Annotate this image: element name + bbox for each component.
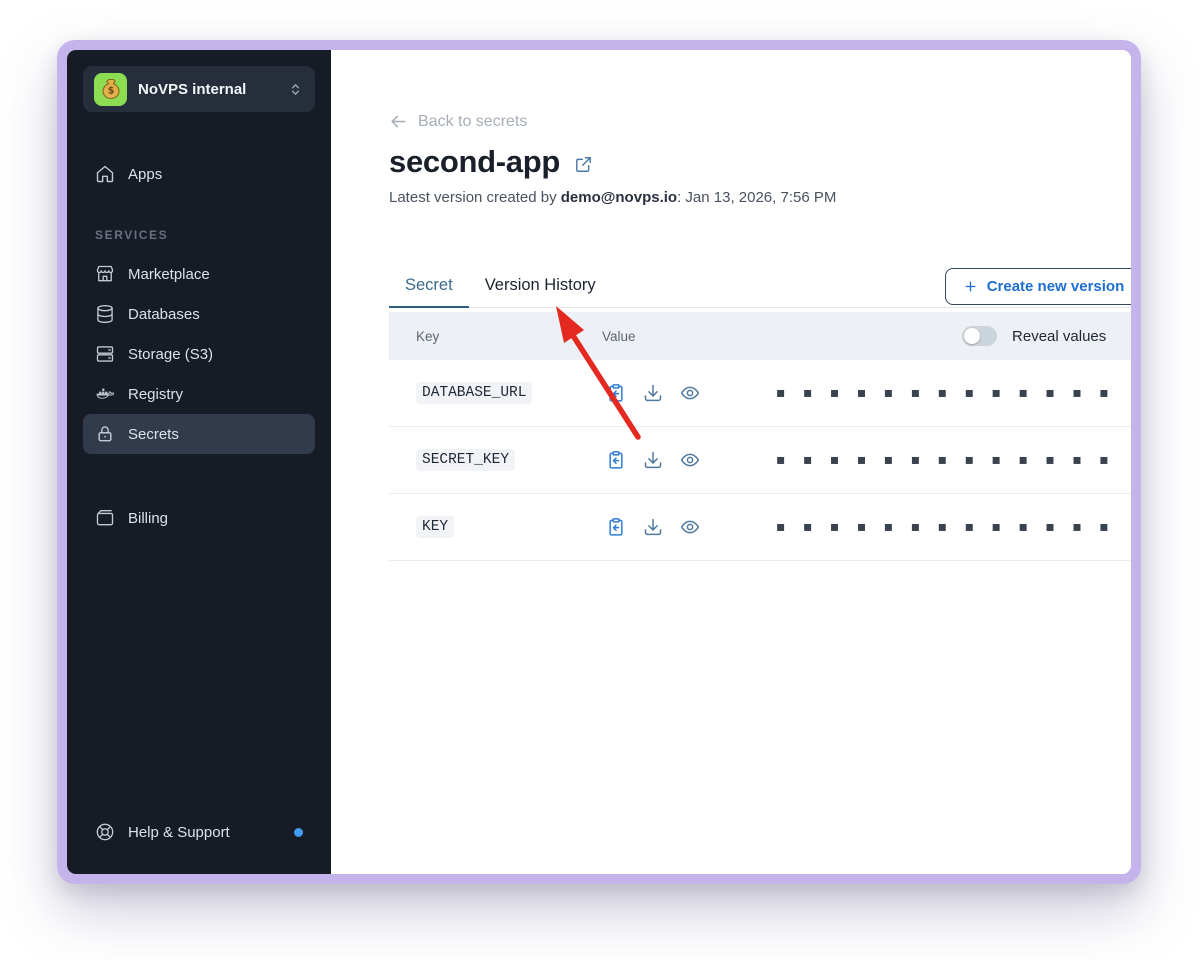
table-row: SECRET_KEY ▪ ▪ ▪ ▪ ▪ ▪ ▪ ▪ ▪ ▪ ▪ ▪ ▪ [389,427,1131,494]
workspace-name: NoVPS internal [138,81,276,98]
services-section-label: SERVICES [95,228,315,242]
chevrons-up-down-icon [287,81,304,98]
back-to-secrets-link[interactable]: Back to secrets [389,112,527,131]
wallet-icon [95,508,115,528]
lock-icon [95,424,115,444]
sidebar-item-help-support[interactable]: Help & Support [83,812,315,852]
row-actions [606,517,718,537]
app-frame: NoVPS internal Apps SERVICES Marketplace… [67,50,1131,874]
sidebar-item-label: Marketplace [128,266,210,283]
download-icon[interactable] [643,517,663,537]
create-new-version-button[interactable]: Create new version [945,268,1131,305]
meta-user-email: demo@novps.io [561,189,677,206]
copy-icon[interactable] [606,450,626,470]
copy-icon[interactable] [606,517,626,537]
tab-version-history[interactable]: Version History [469,276,612,308]
server-icon [95,344,115,364]
storefront-icon [95,264,115,284]
table-header: Key Value Reveal values [389,312,1131,360]
masked-secret-value: ▪ ▪ ▪ ▪ ▪ ▪ ▪ ▪ ▪ ▪ ▪ ▪ ▪ [776,519,1115,535]
toggle-knob [964,328,980,344]
docker-whale-icon [95,384,115,404]
app-window: NoVPS internal Apps SERVICES Marketplace… [57,40,1141,884]
eye-icon[interactable] [680,383,700,403]
sidebar-item-marketplace[interactable]: Marketplace [83,254,315,294]
plus-icon [963,279,978,294]
eye-icon[interactable] [680,517,700,537]
row-actions [606,383,718,403]
sidebar-item-registry[interactable]: Registry [83,374,315,414]
main-content: Back to secrets second-app Latest versio… [331,50,1131,874]
tabs-bar: Secret Version History Create new versio… [389,268,1131,308]
secret-key-name: DATABASE_URL [416,382,532,404]
download-icon[interactable] [643,383,663,403]
sidebar-item-label: Apps [128,166,162,183]
create-button-label: Create new version [987,278,1125,295]
sidebar-item-label: Billing [128,510,168,527]
database-icon [95,304,115,324]
sidebar-item-databases[interactable]: Databases [83,294,315,334]
sidebar-item-billing[interactable]: Billing [83,498,315,538]
eye-icon[interactable] [680,450,700,470]
nav-spacer [83,454,315,498]
latest-version-meta: Latest version created by demo@novps.io:… [389,189,1131,206]
sidebar-item-label: Databases [128,306,200,323]
secret-key-name: KEY [416,516,454,538]
external-link-icon[interactable] [574,155,593,174]
sidebar-item-label: Registry [128,386,183,403]
reveal-values-toggle[interactable] [962,326,997,346]
back-link-label: Back to secrets [418,113,527,131]
sidebar-footer: Help & Support [83,812,315,852]
page-title-row: second-app [389,144,1131,180]
reveal-values-group: Reveal values [962,326,1106,346]
sidebar-nav: Apps SERVICES Marketplace Databases Stor… [83,154,315,538]
sidebar-item-secrets[interactable]: Secrets [83,414,315,454]
column-header-value: Value [602,329,962,344]
notification-dot [294,828,303,837]
sidebar-item-label: Secrets [128,426,179,443]
masked-secret-value: ▪ ▪ ▪ ▪ ▪ ▪ ▪ ▪ ▪ ▪ ▪ ▪ ▪ [776,452,1115,468]
arrow-left-icon [389,112,408,131]
workspace-logo [94,73,127,106]
meta-prefix: Latest version created by [389,189,561,206]
secret-key-name: SECRET_KEY [416,449,515,471]
sidebar-item-label: Storage (S3) [128,346,213,363]
page-title: second-app [389,144,560,180]
sidebar: NoVPS internal Apps SERVICES Marketplace… [67,50,331,874]
table-row: DATABASE_URL ▪ ▪ ▪ ▪ ▪ ▪ ▪ ▪ ▪ ▪ ▪ ▪ ▪ [389,360,1131,427]
sidebar-item-apps[interactable]: Apps [83,154,315,194]
tab-secret[interactable]: Secret [389,276,469,308]
download-icon[interactable] [643,450,663,470]
secrets-table: Key Value Reveal values DATABASE_URL ▪ ▪… [389,312,1131,561]
masked-secret-value: ▪ ▪ ▪ ▪ ▪ ▪ ▪ ▪ ▪ ▪ ▪ ▪ ▪ [776,385,1115,401]
life-buoy-icon [95,822,115,842]
reveal-values-label: Reveal values [1012,328,1106,345]
sidebar-item-storage-s3[interactable]: Storage (S3) [83,334,315,374]
home-icon [95,164,115,184]
copy-icon[interactable] [606,383,626,403]
meta-suffix: : Jan 13, 2026, 7:56 PM [677,189,836,206]
table-row: KEY ▪ ▪ ▪ ▪ ▪ ▪ ▪ ▪ ▪ ▪ ▪ ▪ ▪ [389,494,1131,561]
workspace-switcher[interactable]: NoVPS internal [83,66,315,112]
column-header-key: Key [416,329,602,344]
sidebar-item-label: Help & Support [128,824,230,841]
row-actions [606,450,718,470]
money-bag-icon [99,77,123,101]
